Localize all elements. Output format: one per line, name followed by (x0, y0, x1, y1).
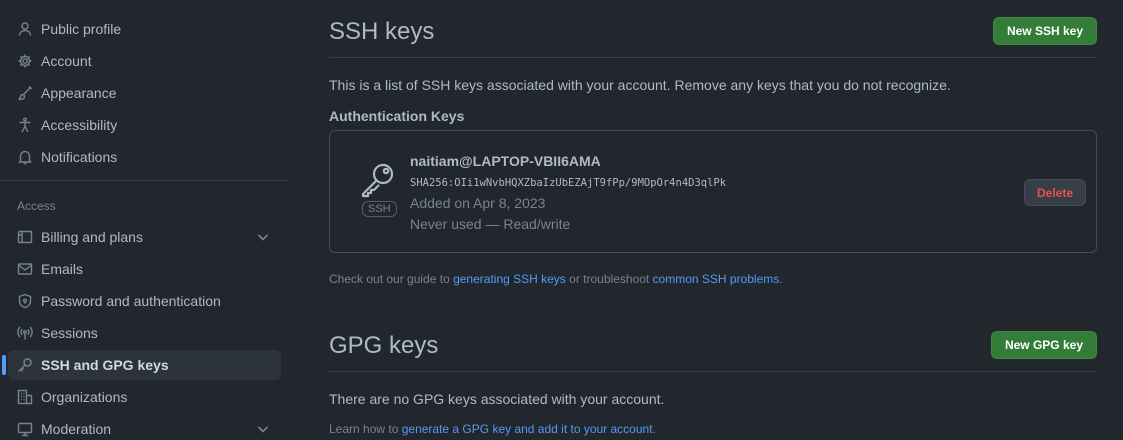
ssh-note-text: . (779, 272, 783, 286)
sidebar-item-moderation[interactable]: Moderation (8, 414, 281, 440)
authentication-keys-heading: Authentication Keys (329, 108, 465, 124)
gpg-keys-title: GPG keys (329, 332, 439, 359)
sidebar-item-label: Notifications (41, 149, 118, 165)
sidebar-item-organizations[interactable]: Organizations (8, 382, 281, 412)
key-icon (360, 162, 396, 198)
sidebar-item-label: Appearance (41, 85, 117, 101)
new-ssh-key-button[interactable]: New SSH key (992, 17, 1097, 45)
sidebar-item-accessibility[interactable]: Accessibility (8, 110, 281, 140)
ssh-description: This is a list of SSH keys associated wi… (329, 77, 951, 93)
paintbrush-icon (17, 85, 33, 101)
accessibility-icon (17, 117, 33, 133)
sidebar-item-label: Billing and plans (41, 229, 143, 245)
ssh-key-fingerprint: SHA256:OIi1wNvbHQXZbaIzUbEZAjT9fPp/9MOpO… (410, 177, 727, 189)
moderation-icon (17, 421, 33, 437)
sidebar-item-notifications[interactable]: Notifications (8, 142, 281, 172)
gpg-note-text: Learn how to (329, 422, 402, 436)
sidebar-item-public-profile[interactable]: Public profile (8, 14, 281, 44)
ssh-help-note: Check out our guide to generating SSH ke… (329, 272, 783, 286)
gpg-help-note: Learn how to generate a GPG key and add … (329, 422, 656, 436)
settings-sidebar: Public profile Account Appearance Access… (0, 0, 290, 440)
chevron-down-icon[interactable] (255, 229, 271, 245)
ssh-key-usage: Never used — Read/write (410, 216, 571, 232)
gpg-header-divider (329, 371, 1097, 372)
sidebar-item-label: Sessions (41, 325, 98, 341)
sidebar-item-label: Accessibility (41, 117, 118, 133)
chevron-down-icon[interactable] (255, 421, 271, 437)
mail-icon (17, 261, 33, 277)
ssh-note-text: Check out our guide to (329, 272, 454, 286)
ssh-note-text: or troubleshoot (565, 272, 653, 286)
sidebar-item-sessions[interactable]: Sessions (8, 318, 281, 348)
gpg-note-text: . (652, 422, 656, 436)
sidebar-item-label: Account (41, 53, 92, 69)
broadcast-icon (17, 325, 33, 341)
sidebar-item-label: Organizations (41, 389, 128, 405)
sidebar-item-label: Public profile (41, 21, 122, 37)
generating-ssh-keys-link[interactable]: generating SSH keys (453, 272, 566, 286)
sidebar-divider (0, 180, 288, 181)
organization-icon (17, 389, 33, 405)
common-ssh-problems-link[interactable]: common SSH problems (653, 272, 780, 286)
person-icon (17, 21, 33, 37)
sidebar-item-appearance[interactable]: Appearance (8, 78, 281, 108)
delete-ssh-key-button[interactable]: Delete (1023, 179, 1086, 206)
sidebar-item-account[interactable]: Account (8, 46, 281, 76)
ssh-key-item: SSH naitiam@LAPTOP-VBII6AMA SHA256:OIi1w… (329, 130, 1097, 253)
generate-gpg-key-link[interactable]: generate a GPG key and add it to your ac… (402, 422, 653, 436)
key-icon (17, 357, 33, 373)
sidebar-item-password[interactable]: Password and authentication (8, 286, 281, 316)
sidebar-item-label: Password and authentication (41, 293, 221, 309)
ssh-key-added-date: Added on Apr 8, 2023 (410, 195, 546, 211)
ssh-header-divider (329, 57, 1097, 58)
billing-icon (17, 229, 33, 245)
gpg-empty-message: There are no GPG keys associated with yo… (329, 391, 665, 407)
sidebar-item-label: SSH and GPG keys (41, 357, 169, 373)
new-gpg-key-button[interactable]: New GPG key (990, 331, 1097, 359)
sidebar-section-access: Access (17, 199, 56, 213)
gear-icon (17, 53, 33, 69)
ssh-keys-title: SSH keys (329, 18, 435, 45)
sidebar-item-emails[interactable]: Emails (8, 254, 281, 284)
ssh-key-title: naitiam@LAPTOP-VBII6AMA (410, 153, 601, 169)
sidebar-item-ssh-gpg-keys[interactable]: SSH and GPG keys (2, 350, 281, 380)
sidebar-item-billing[interactable]: Billing and plans (8, 222, 281, 252)
ssh-badge: SSH (362, 201, 397, 217)
shield-lock-icon (17, 293, 33, 309)
sidebar-item-label: Emails (41, 261, 84, 277)
sidebar-item-label: Moderation (41, 421, 112, 437)
bell-icon (17, 149, 33, 165)
